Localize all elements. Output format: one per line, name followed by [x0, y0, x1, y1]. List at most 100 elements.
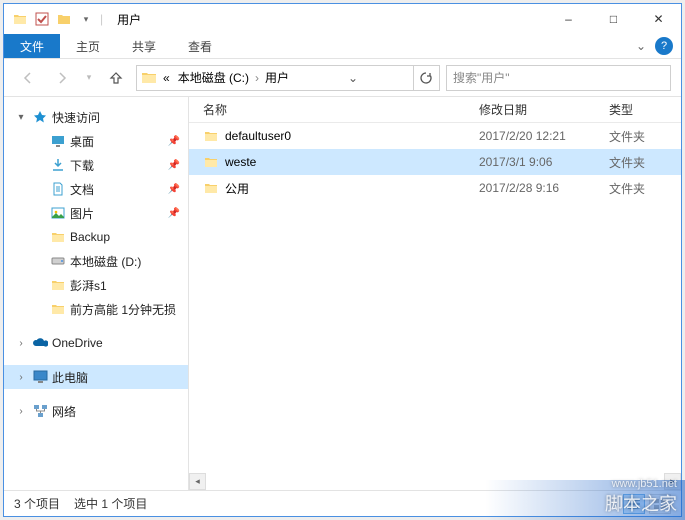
sidebar-item[interactable]: 前方高能 1分钟无损 — [22, 297, 188, 321]
sidebar-item-label: 前方高能 1分钟无损 — [70, 301, 176, 318]
sidebar-item[interactable]: Backup — [22, 225, 188, 249]
nav-recent-dropdown[interactable]: ▾ — [82, 64, 96, 92]
column-header-name[interactable]: 名称 — [189, 101, 479, 118]
file-type: 文件夹 — [609, 154, 664, 171]
item-icon — [50, 277, 66, 293]
sidebar-item-label: 快速访问 — [52, 109, 100, 126]
status-item-count: 3 个项目 — [14, 495, 60, 512]
file-row[interactable]: 公用 2017/2/28 9:16文件夹 — [189, 175, 681, 201]
search-input[interactable]: 搜索"用户" — [446, 65, 671, 91]
sidebar-item[interactable]: 彭湃s1 — [22, 273, 188, 297]
file-name: weste — [225, 155, 256, 169]
view-thumbnails-button[interactable] — [649, 494, 671, 514]
ribbon-file-tab[interactable]: 文件 — [4, 34, 60, 58]
scroll-left-icon[interactable]: ◂ — [189, 473, 206, 490]
sidebar-item[interactable]: 桌面 📌 — [22, 129, 188, 153]
ribbon-tabs: 文件 主页 共享 查看 ⌄ ? — [4, 34, 681, 59]
view-details-button[interactable] — [623, 494, 645, 514]
chevron-right-icon[interactable]: › — [14, 372, 28, 383]
pin-icon: 📌 — [168, 208, 180, 219]
refresh-icon[interactable] — [413, 66, 437, 90]
sidebar-item[interactable]: 图片 📌 — [22, 201, 188, 225]
sidebar-this-pc[interactable]: › 此电脑 — [4, 365, 188, 389]
file-name: 公用 — [225, 180, 249, 197]
properties-checkbox-icon[interactable] — [34, 11, 50, 27]
network-icon — [32, 403, 48, 419]
minimize-button[interactable]: – — [546, 4, 591, 34]
qat-dropdown-icon[interactable]: ▾ — [78, 11, 94, 27]
navigation-pane: ▾ 快速访问 桌面 📌 下载 📌 文档 📌 图片 📌 Backup 本地磁盘 (D:) 彭湃s1 前方… — [4, 97, 189, 490]
pin-icon: 📌 — [168, 160, 180, 171]
file-type: 文件夹 — [609, 128, 664, 145]
nav-back-button[interactable] — [14, 64, 42, 92]
pin-icon: 📌 — [168, 136, 180, 147]
column-header-date[interactable]: 修改日期 — [479, 101, 609, 118]
divider: | — [100, 12, 103, 26]
item-icon — [50, 229, 66, 245]
sidebar-item-label: 文档 — [70, 181, 94, 198]
chevron-right-icon[interactable]: › — [253, 71, 261, 85]
chevron-right-icon[interactable]: › — [14, 406, 28, 417]
file-date: 2017/2/28 9:16 — [479, 181, 609, 195]
sidebar-item-label: 此电脑 — [52, 369, 88, 386]
file-list-pane: 名称 修改日期 类型 defaultuser02017/2/20 12:21文件… — [189, 97, 681, 490]
sidebar-item-label: 彭湃s1 — [70, 277, 107, 294]
file-name: defaultuser0 — [225, 129, 291, 143]
sidebar-onedrive[interactable]: › OneDrive — [4, 331, 188, 355]
sidebar-item[interactable]: 文档 📌 — [22, 177, 188, 201]
pin-icon: 📌 — [168, 184, 180, 195]
sidebar-quick-access[interactable]: ▾ 快速访问 — [4, 105, 188, 129]
file-type: 文件夹 — [609, 180, 664, 197]
file-date: 2017/3/1 9:06 — [479, 155, 609, 169]
scroll-right-icon[interactable]: ▸ — [664, 473, 681, 490]
folder-icon — [203, 128, 219, 144]
item-icon — [50, 133, 66, 149]
folder-icon — [203, 180, 219, 196]
sidebar-item-label: 图片 — [70, 205, 94, 222]
maximize-button[interactable]: □ — [591, 4, 636, 34]
sidebar-network[interactable]: › 网络 — [4, 399, 188, 423]
item-icon — [50, 301, 66, 317]
file-row[interactable]: defaultuser0 2017/2/20 12:21文件夹 — [189, 123, 681, 149]
monitor-icon — [32, 369, 48, 385]
breadcrumb-drive[interactable]: 本地磁盘 (C:) — [174, 69, 253, 86]
sidebar-item-label: 下载 — [70, 157, 94, 174]
sidebar-item[interactable]: 下载 📌 — [22, 153, 188, 177]
folder-icon — [12, 11, 28, 27]
sidebar-item-label: 本地磁盘 (D:) — [70, 253, 141, 270]
sidebar-item[interactable]: 本地磁盘 (D:) — [22, 249, 188, 273]
address-bar[interactable]: « 本地磁盘 (C:) › 用户 ⌄ — [136, 65, 440, 91]
item-icon — [50, 157, 66, 173]
nav-forward-button[interactable] — [48, 64, 76, 92]
status-selection: 选中 1 个项目 — [74, 495, 147, 512]
address-dropdown-icon[interactable]: ⌄ — [341, 66, 365, 90]
column-header-type[interactable]: 类型 — [609, 101, 664, 118]
sidebar-item-label: 桌面 — [70, 133, 94, 150]
ribbon-tab-view[interactable]: 查看 — [172, 34, 228, 58]
ribbon-tab-home[interactable]: 主页 — [60, 34, 116, 58]
item-icon — [50, 253, 66, 269]
ribbon-collapse-icon[interactable]: ⌄ — [631, 36, 651, 56]
folder-small-icon[interactable] — [56, 11, 72, 27]
chevron-right-icon[interactable]: › — [14, 338, 28, 349]
close-button[interactable]: ✕ — [636, 4, 681, 34]
file-date: 2017/2/20 12:21 — [479, 129, 609, 143]
address-bar-row: ▾ « 本地磁盘 (C:) › 用户 ⌄ 搜索"用户" — [4, 59, 681, 97]
search-placeholder: 搜索"用户" — [453, 69, 510, 86]
window-title: 用户 — [117, 11, 141, 28]
sidebar-item-label: OneDrive — [52, 336, 103, 350]
item-icon — [50, 181, 66, 197]
sidebar-item-label: Backup — [70, 230, 110, 244]
breadcrumb-folder[interactable]: 用户 — [261, 69, 293, 86]
nav-up-button[interactable] — [102, 64, 130, 92]
star-icon — [32, 109, 48, 125]
status-bar: 3 个项目 选中 1 个项目 — [4, 490, 681, 516]
chevron-down-icon[interactable]: ▾ — [14, 112, 28, 123]
item-icon — [50, 205, 66, 221]
titlebar: ▾ | 用户 – □ ✕ — [4, 4, 681, 34]
ribbon-tab-share[interactable]: 共享 — [116, 34, 172, 58]
file-row[interactable]: weste 2017/3/1 9:06文件夹 — [189, 149, 681, 175]
sidebar-item-label: 网络 — [52, 403, 76, 420]
help-icon[interactable]: ? — [655, 37, 673, 55]
column-headers: 名称 修改日期 类型 — [189, 97, 681, 123]
